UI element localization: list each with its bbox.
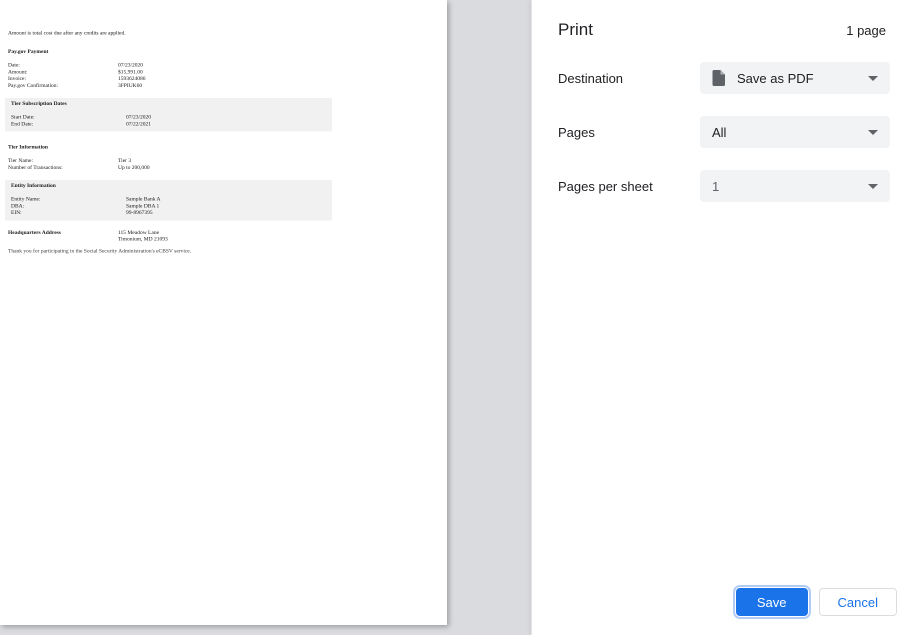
document-section-title: Tier Information [8, 144, 48, 150]
document-section: Pay.gov Payment Date: 07/23/2020 Amount: $15… [0, 48, 447, 89]
dropdown-arrow-icon [868, 130, 878, 135]
pages-per-sheet-dropdown[interactable]: 1 [700, 170, 890, 202]
destination-dropdown[interactable]: Save as PDF [700, 62, 890, 94]
pages-value: All [712, 124, 727, 140]
document-field-value: Sample DBA 1 [126, 202, 160, 209]
document-field-value: Tier 3 [118, 157, 132, 164]
pages-per-sheet-label: Pages per sheet [558, 178, 653, 194]
print-preview-pane: Amount is total cost due after any credi… [0, 0, 531, 635]
document-field-row: Tier Name: Tier 3 [0, 158, 447, 165]
destination-value: Save as PDF [737, 70, 814, 86]
document-field-label: Entity Name: [11, 196, 41, 202]
document-field-label: Start Date: [11, 114, 35, 120]
print-settings-panel: Print 1 page Destination Save as PDF Pag… [531, 0, 915, 635]
document-section-title: Pay.gov Payment [8, 48, 49, 55]
address-line-1: 115 Meadow Lane [118, 229, 160, 236]
document-section-rows: Entity Name: Sample Bank A DBA: Sample DBA … [8, 196, 332, 216]
document-field-value: 07/22/2021 [126, 120, 152, 127]
headquarters-address-label: Headquarters Address [8, 229, 61, 236]
document-field-value: 99-8967395 [126, 209, 153, 216]
address-line-2: Timonium, MD 21093 [118, 236, 168, 242]
dialog-title: Print [558, 20, 593, 39]
document-field-row: Pay.gov Confirmation: 3FPIUK60 [0, 82, 447, 89]
panel-header: Print 1 page [532, 0, 915, 40]
document-intro-text: Amount is total cost due after any credi… [8, 30, 126, 36]
destination-row: Destination Save as PDF [558, 62, 890, 94]
pages-per-sheet-value: 1 [712, 178, 720, 194]
document-section-title: Entity Information [11, 182, 56, 189]
document-field-label: End Date: [11, 120, 34, 127]
document-section: Entity Information Entity Name: Sample Ban… [5, 180, 332, 221]
document-field-value: $15,991.00 [118, 68, 143, 75]
document-field-row: Amount: $15,991.00 [0, 69, 447, 76]
document-field-label: Tier Name: [8, 157, 34, 164]
document-field-row: DBA: Sample DBA 1 [8, 203, 332, 210]
pages-row: Pages All [558, 116, 890, 148]
document-section-rows: Date: 07/23/2020 Amount: $15,991.00 Invoice:… [0, 62, 447, 89]
document-section: Tier Information Tier Name: Tier 3 Number o… [0, 144, 447, 172]
document-field-value: 07/23/2020 [118, 62, 144, 68]
document-footer-text: Thank you for participating in the Socia… [8, 247, 192, 254]
document-field-value: 07/23/2020 [126, 114, 152, 120]
document-section: Tier Subscription Dates Start Date: 07/23/… [5, 98, 332, 132]
document-field-value: 1593624086 [118, 75, 146, 82]
document-field-row: Start Date: 07/23/2020 [8, 114, 332, 121]
document-field-value: 3FPIUK60 [118, 82, 143, 89]
document-field-label: EIN: [11, 209, 22, 216]
document-page: Amount is total cost due after any credi… [0, 0, 447, 625]
headquarters-address-row: Headquarters Address 115 Meadow Lane Tim… [0, 229, 447, 243]
document-field-value: Sample Bank A [126, 196, 161, 202]
document-field-row: EIN: 99-8967395 [8, 210, 332, 217]
document-section-rows: Start Date: 07/23/2020 End Date: 07/22/2021 [8, 114, 332, 128]
document-field-row: Number of Transactions: Up to 200,000 [0, 164, 447, 171]
dropdown-arrow-icon [868, 76, 878, 81]
document-sections: Pay.gov Payment Date: 07/23/2020 Amount: $15… [0, 48, 447, 221]
document-field-row: Date: 07/23/2020 [0, 62, 447, 69]
document-field-label: Invoice: [8, 75, 27, 82]
headquarters-address-value: 115 Meadow Lane Timonium, MD 21093 [118, 229, 168, 243]
document-field-label: Number of Transactions: [8, 164, 63, 171]
dialog-footer: Save Cancel [735, 588, 897, 616]
document-field-row: Entity Name: Sample Bank A [8, 196, 332, 203]
document-field-row: Invoice: 1593624086 [0, 76, 447, 83]
destination-label: Destination [558, 70, 624, 86]
document-field-label: Pay.gov Confirmation: [8, 82, 59, 89]
pages-dropdown[interactable]: All [700, 116, 890, 148]
settings-list: Destination Save as PDF Pages All Pages … [532, 62, 915, 202]
document-field-label: DBA: [11, 202, 25, 209]
dropdown-arrow-icon [868, 184, 878, 189]
document-field-label: Date: [8, 62, 20, 68]
save-button[interactable]: Save [735, 588, 808, 616]
document-field-row: End Date: 07/22/2021 [8, 121, 332, 128]
pdf-file-icon [712, 70, 725, 86]
pages-label: Pages [558, 124, 595, 140]
document-section-title: Tier Subscription Dates [11, 100, 67, 107]
document-section-rows: Tier Name: Tier 3 Number of Transactions: U… [0, 158, 447, 172]
document-field-label: Amount: [8, 68, 28, 75]
document-field-value: Up to 200,000 [118, 164, 150, 171]
cancel-button[interactable]: Cancel [818, 588, 897, 616]
pages-per-sheet-row: Pages per sheet 1 [558, 170, 890, 202]
document-content: Amount is total cost due after any credi… [0, 30, 447, 625]
page-count-label: 1 page [846, 23, 886, 38]
